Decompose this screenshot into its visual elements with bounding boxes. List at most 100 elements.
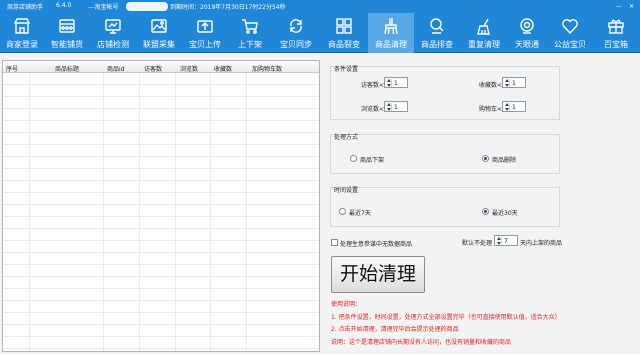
- table-gridlines: [3, 73, 319, 351]
- items-table[interactable]: 序号 商品标题 商品id 访客数 浏览数 收藏数 加购物车数: [2, 60, 320, 352]
- tab-label: 商家登录: [6, 40, 38, 49]
- cart-label: 购物车<: [479, 106, 503, 113]
- cart-value: 1: [512, 104, 516, 111]
- col-visitors[interactable]: 访客数: [144, 64, 162, 73]
- tab-label: 百宝箱: [604, 40, 628, 49]
- visitors-value: 1: [394, 80, 398, 87]
- tab-sky-eye[interactable]: 天眼通: [508, 13, 546, 53]
- listed-days-value: 7: [504, 238, 508, 245]
- conditions-title: 条件设置: [334, 66, 359, 73]
- close-button[interactable]: ✕: [626, 2, 637, 12]
- col-index[interactable]: 序号: [6, 64, 18, 73]
- app-name: 商芽店铺助手: [7, 4, 44, 11]
- method-group: 处理方式 商品下架 商品删除: [330, 134, 560, 174]
- views-value: 1: [394, 104, 398, 111]
- start-cleanup-button[interactable]: 开始清理: [331, 256, 425, 293]
- radio-delist-label[interactable]: 商品下架: [360, 155, 384, 164]
- tab-item-sync[interactable]: 宝贝同步: [272, 13, 320, 53]
- tab-label: 店铺检测: [97, 40, 129, 49]
- sync-icon: [287, 17, 305, 35]
- no-data-checkbox-label[interactable]: 处理生意参谋中无数据商品: [340, 239, 412, 248]
- favorites-label: 收藏数<: [479, 82, 503, 89]
- tab-label: 联盟采集: [143, 40, 175, 49]
- tab-label: 商品裂变: [328, 40, 360, 49]
- upload-icon: [196, 17, 214, 35]
- time-title: 时间设置: [334, 187, 359, 194]
- usage-title: 使用说明：: [331, 301, 362, 308]
- col-favorites[interactable]: 收藏数: [214, 64, 232, 73]
- app-version: 6.4.0: [56, 2, 72, 9]
- main-toolbar: 商家登录 智能铺货 店铺检测 联盟采集 宝贝上传 上下架 宝贝同步 商品裂变 商…: [0, 13, 640, 53]
- tab-list-delist[interactable]: 上下架: [228, 13, 272, 53]
- monitor-icon: [104, 17, 122, 35]
- spinner-arrows-icon[interactable]: [386, 79, 392, 87]
- views-spinbox[interactable]: 1: [384, 101, 408, 112]
- radio-delete-label[interactable]: 商品删除: [492, 155, 516, 164]
- col-title[interactable]: 商品标题: [55, 64, 79, 73]
- shop-icon: [13, 17, 31, 35]
- spinner-arrows-icon[interactable]: [504, 79, 510, 87]
- minimize-button[interactable]: —: [613, 2, 624, 12]
- radio-7-days-label[interactable]: 最近7天: [349, 208, 371, 217]
- tab-label: 重复清理: [468, 40, 500, 49]
- tab-label: 商品排查: [421, 40, 453, 49]
- expiry-time: 到期时间：2019年7月30日17时22分54秒: [170, 4, 286, 11]
- grid-icon: [335, 17, 353, 35]
- usage-step-2: 2. 点击开始清理，清理完毕后会提示处理的商品: [331, 326, 459, 333]
- tab-label: 上下架: [238, 40, 262, 49]
- usage-description: 说明：这个是清理店铺内长期没有人访问，也没有销量和收藏的商品: [331, 339, 512, 346]
- listed-days-prefix: 默认不处理: [462, 240, 493, 247]
- radio-30-days[interactable]: [482, 208, 489, 215]
- visitors-spinbox[interactable]: 1: [384, 77, 408, 88]
- visitors-label: 访客数<: [361, 82, 385, 89]
- usage-step-1: 1. 把条件设置，时间设置，处理方式全部设置完毕（也可直接使用默认值，适合大众）: [331, 314, 561, 321]
- favorites-value: 1: [512, 80, 516, 87]
- tab-treasure-box[interactable]: 百宝箱: [594, 13, 638, 53]
- account-label: ---淘宝帐号: [88, 4, 119, 11]
- cart-spinbox[interactable]: 1: [502, 101, 526, 112]
- tab-item-cleanup[interactable]: 商品清理: [368, 13, 414, 53]
- conditions-group: 条件设置 访客数< 1 收藏数< 1 浏览数< 1 购物车< 1: [330, 66, 560, 120]
- tab-label: 宝贝同步: [280, 40, 312, 49]
- tab-item-fission[interactable]: 商品裂变: [320, 13, 368, 53]
- cart-icon: [241, 17, 259, 35]
- views-label: 浏览数<: [361, 106, 385, 113]
- spinner-arrows-icon[interactable]: [504, 103, 510, 111]
- tab-label: 智能铺货: [51, 40, 83, 49]
- col-item-id[interactable]: 商品id: [107, 64, 124, 73]
- tab-item-inspect[interactable]: 商品排查: [414, 13, 460, 53]
- clean-icon: [475, 17, 493, 35]
- no-data-checkbox[interactable]: [331, 239, 338, 246]
- tab-charity-item[interactable]: 公益宝贝: [546, 13, 594, 53]
- col-cart[interactable]: 加购物车数: [252, 64, 282, 73]
- tab-duplicate-cleanup[interactable]: 重复清理: [460, 13, 508, 53]
- spinner-arrows-icon[interactable]: [386, 103, 392, 111]
- time-group: 时间设置 最近7天 最近30天: [330, 187, 560, 227]
- tab-shop-login[interactable]: 商家登录: [0, 13, 44, 53]
- listed-days-suffix: 天内上架的商品: [520, 240, 563, 247]
- search-icon: [428, 17, 446, 35]
- broom-icon: [382, 17, 400, 35]
- goods-icon: [58, 17, 76, 35]
- tab-shop-check[interactable]: 店铺检测: [90, 13, 136, 53]
- tab-alliance-collect[interactable]: 联盟采集: [136, 13, 182, 53]
- tab-label: 宝贝上传: [189, 40, 221, 49]
- spinner-arrows-icon[interactable]: [496, 237, 502, 245]
- title-bar: 商芽店铺助手 6.4.0 ---淘宝帐号 到期时间：2019年7月30日17时2…: [0, 0, 640, 13]
- table-header: 序号 商品标题 商品id 访客数 浏览数 收藏数 加购物车数: [3, 61, 319, 73]
- radio-delist[interactable]: [350, 155, 357, 162]
- tab-smart-listing[interactable]: 智能铺货: [44, 13, 90, 53]
- radio-30-days-label[interactable]: 最近30天: [492, 208, 518, 217]
- account-name-redacted: [126, 2, 168, 11]
- gift-icon: [607, 17, 625, 35]
- heart-icon: [561, 17, 579, 35]
- favorites-spinbox[interactable]: 1: [502, 77, 526, 88]
- col-views[interactable]: 浏览数: [180, 64, 198, 73]
- tab-item-upload[interactable]: 宝贝上传: [182, 13, 228, 53]
- radio-delete[interactable]: [482, 155, 489, 162]
- tab-label: 天眼通: [515, 40, 539, 49]
- listed-days-spinbox[interactable]: 7: [494, 235, 518, 246]
- image-icon: [150, 17, 168, 35]
- radio-7-days[interactable]: [339, 208, 346, 215]
- tab-label: 公益宝贝: [554, 40, 586, 49]
